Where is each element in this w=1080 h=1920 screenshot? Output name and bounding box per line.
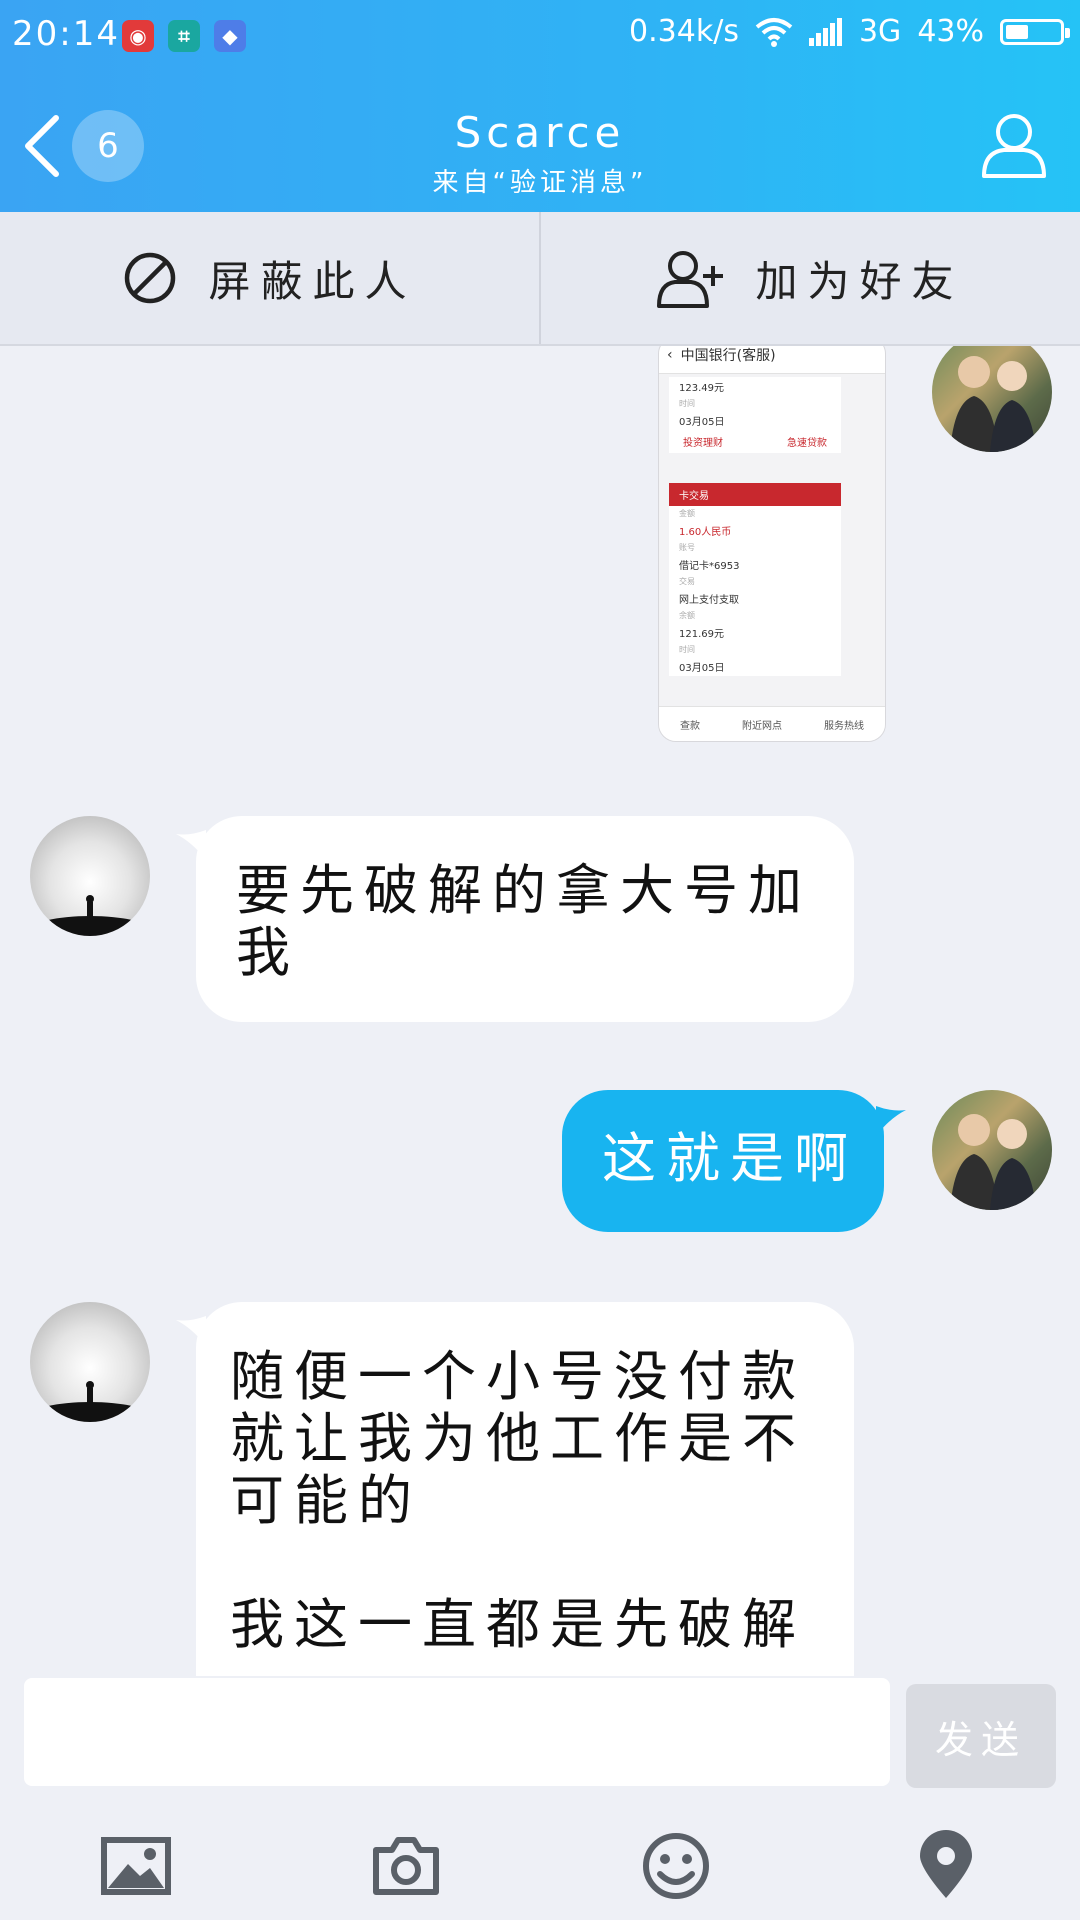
loan-link: 急速贷款 — [787, 438, 827, 449]
my-avatar[interactable] — [932, 346, 1052, 452]
transaction-card-2: 卡交易 金额 1.60人民币 账号 借记卡*6953 交易 网上支付支取 余额 … — [669, 483, 841, 676]
image-icon[interactable] — [100, 1830, 172, 1902]
scanner-app-icon: ⌗ — [168, 20, 200, 52]
profile-icon[interactable] — [978, 108, 1050, 180]
location-icon[interactable] — [910, 1830, 982, 1902]
battery-percent: 43% — [917, 14, 984, 49]
message-bubble[interactable]: 这就是啊 — [562, 1090, 884, 1232]
shared-image-bottom-bar: 查款 附近网点 服务热线 — [659, 706, 885, 741]
record1-time-label: 时间 — [679, 399, 695, 408]
block-label: 屏蔽此人 — [208, 256, 417, 306]
record2-type: 网上支付支取 — [679, 595, 739, 606]
message-text: 这就是啊 — [602, 1127, 858, 1190]
record2-type-label: 交易 — [679, 577, 695, 586]
battery-icon — [1000, 18, 1070, 45]
shared-image[interactable]: ‹ 中国银行(客服) 123.49元 时间 03月05日 投资理财 急速贷款 卡… — [658, 346, 886, 742]
add-friend-label: 加为好友 — [755, 256, 964, 306]
record2-amount-label: 金额 — [679, 509, 695, 518]
chat-subtitle: 来自“验证消息” — [432, 168, 648, 198]
signal-icon — [808, 17, 842, 46]
record2-account-label: 账号 — [679, 543, 695, 552]
block-button[interactable]: 屏蔽此人 — [0, 212, 539, 344]
avatar-silhouette — [30, 895, 150, 936]
send-button[interactable]: 发送 — [906, 1684, 1056, 1788]
action-bar: 屏蔽此人 加为好友 — [0, 212, 1080, 346]
composer: 发送 — [0, 1676, 1080, 1788]
block-icon — [125, 252, 176, 304]
avatar-silhouette — [30, 1381, 150, 1422]
add-friend-icon — [657, 251, 724, 308]
shield-app-icon: ◆ — [214, 20, 246, 52]
message-bubble[interactable]: 要先破解的拿大号加我 — [196, 816, 854, 1022]
message-text: 随便一个小号没付款就让我为他工作是不可能的 我这一直都是先破解 — [230, 1345, 806, 1656]
record2-account: 借记卡*6953 — [679, 561, 740, 572]
chat-title: Scarce — [454, 108, 626, 157]
transaction-card-1: 123.49元 时间 03月05日 投资理财 急速贷款 — [669, 377, 841, 453]
status-right: 0.34k/s 3G 43% — [629, 14, 1070, 49]
bubble-tail — [876, 1106, 906, 1136]
record2-balance: 121.69元 — [679, 629, 724, 640]
status-time: 20:14 — [12, 14, 120, 54]
record2-time-label: 时间 — [679, 645, 695, 654]
message-bubble[interactable]: 随便一个小号没付款就让我为他工作是不可能的 我这一直都是先破解 — [196, 1302, 854, 1676]
tab-hotline: 服务热线 — [824, 720, 864, 732]
invest-link: 投资理财 — [683, 438, 723, 449]
chat-area[interactable]: ‹ 中国银行(客服) 123.49元 时间 03月05日 投资理财 急速贷款 卡… — [0, 346, 1080, 1676]
avatar-photo — [950, 1114, 1036, 1210]
contact-avatar[interactable] — [30, 1302, 150, 1422]
record2-date: 03月05日 — [679, 663, 725, 674]
camera-icon[interactable] — [370, 1830, 442, 1902]
network-type: 3G — [858, 14, 902, 49]
message-input[interactable] — [24, 1678, 890, 1786]
my-avatar[interactable] — [932, 1090, 1052, 1210]
bottom-toolbar — [0, 1800, 1080, 1920]
shared-image-header: ‹ 中国银行(客服) — [659, 346, 885, 374]
music-app-icon: ◉ — [122, 20, 154, 52]
top-bar: 20:14 ◉ ⌗ ◆ 0.34k/s 3G 43% 6 Scarce 来自“验… — [0, 0, 1080, 212]
status-bar: 20:14 ◉ ⌗ ◆ 0.34k/s 3G 43% — [0, 0, 1080, 80]
network-speed: 0.34k/s — [629, 14, 739, 49]
section-title: 卡交易 — [669, 483, 841, 506]
wifi-icon — [755, 17, 793, 47]
bank-name: 中国银行(客服) — [680, 348, 776, 364]
record2-amount: 1.60人民币 — [679, 527, 732, 538]
record1-amount: 123.49元 — [679, 383, 724, 394]
battery-fill — [1006, 24, 1028, 39]
emoji-icon[interactable] — [640, 1830, 712, 1902]
contact-avatar[interactable] — [30, 816, 150, 936]
chevron-left-icon: ‹ — [667, 347, 673, 363]
avatar-photo — [950, 356, 1036, 452]
add-friend-button[interactable]: 加为好友 — [539, 212, 1080, 344]
record2-balance-label: 余额 — [679, 611, 695, 620]
message-text: 要先破解的拿大号加我 — [236, 859, 812, 984]
tab-branches: 附近网点 — [742, 720, 782, 732]
record1-date: 03月05日 — [679, 417, 725, 428]
tab-check: 查款 — [680, 720, 700, 732]
